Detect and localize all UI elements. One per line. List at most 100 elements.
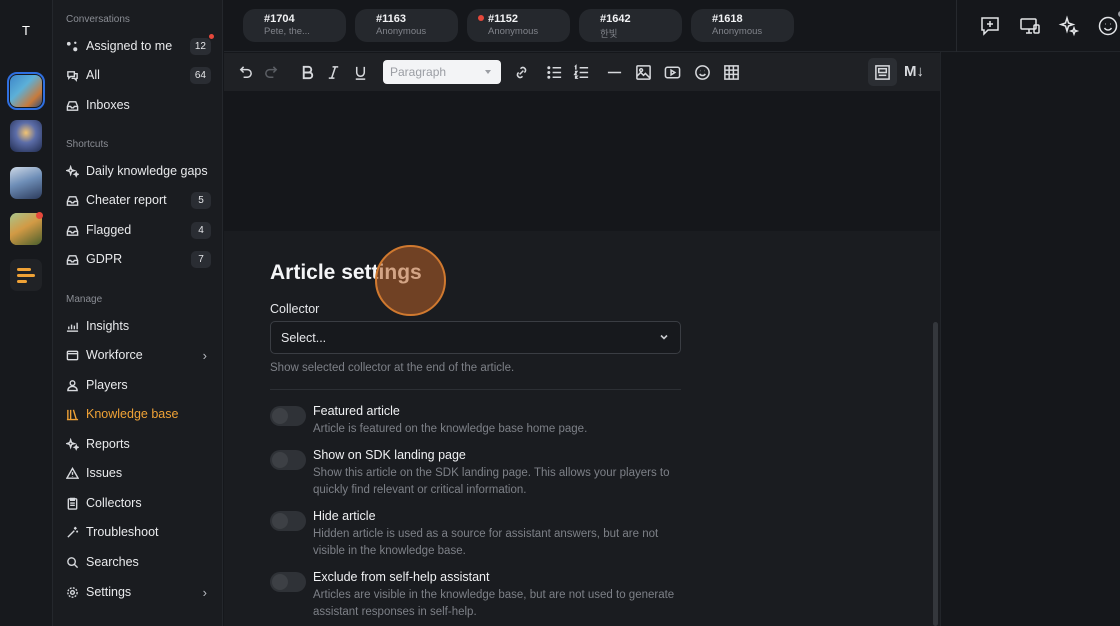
sidebar-item-label: Cheater report xyxy=(86,193,167,207)
sidebar-item-label: Knowledge base xyxy=(86,407,179,421)
assigned-icon xyxy=(66,40,79,53)
emoji-icon[interactable] xyxy=(1097,11,1120,37)
sidebar-item-settings[interactable]: Settings › xyxy=(66,580,211,604)
inbox-icon xyxy=(66,253,79,266)
table-icon[interactable] xyxy=(721,62,741,82)
search-icon xyxy=(66,556,79,569)
book-icon xyxy=(66,408,79,421)
game-app-4[interactable] xyxy=(10,212,43,245)
numbered-list-icon[interactable] xyxy=(571,62,591,82)
devices-icon[interactable] xyxy=(1019,15,1041,37)
preview-icon xyxy=(872,62,892,82)
sidebar-item-all[interactable]: All 64 xyxy=(66,63,211,87)
section-manage: Manage xyxy=(66,294,103,305)
article-editor[interactable] xyxy=(224,91,940,231)
collector-select[interactable]: Select... xyxy=(270,321,681,354)
game-app-3[interactable] xyxy=(10,167,42,199)
clipboard-icon xyxy=(66,497,79,510)
image-icon[interactable] xyxy=(633,62,653,82)
article-settings-panel: Article settings Collector Select... Sho… xyxy=(224,231,940,626)
click-indicator xyxy=(375,245,446,316)
game-app-2[interactable] xyxy=(10,120,42,152)
sparkle-icon xyxy=(66,164,79,178)
sidebar-item-label: Inboxes xyxy=(86,98,130,112)
count-badge: 5 xyxy=(191,191,211,209)
featured-article-toggle[interactable] xyxy=(270,406,306,426)
underline-icon[interactable] xyxy=(350,62,370,82)
conversation-tab[interactable]: #1704 Pete, the... xyxy=(243,9,346,42)
sidebar-item-label: Searches xyxy=(86,555,139,569)
sidebar-item-insights[interactable]: Insights xyxy=(66,314,211,338)
game-app-1[interactable] xyxy=(7,72,45,110)
scrollbar[interactable] xyxy=(933,322,938,626)
sidebar-item-label: Daily knowledge gaps xyxy=(86,164,208,178)
sidebar-item-label: Issues xyxy=(86,466,123,480)
sparkle-icon xyxy=(66,437,79,451)
sidebar-item-gdpr[interactable]: GDPR 7 xyxy=(66,247,211,271)
conversation-tab[interactable]: #1163 Anonymous xyxy=(355,9,458,42)
sidebar-item-cheater-report[interactable]: Cheater report 5 xyxy=(66,188,211,212)
sidebar: Conversations Assigned to me 12 All 64 I… xyxy=(53,0,223,626)
redo-icon[interactable] xyxy=(261,62,281,82)
sidebar-item-label: Collectors xyxy=(86,496,142,510)
paragraph-style-select[interactable]: Paragraph xyxy=(383,60,501,84)
chart-icon xyxy=(66,320,79,333)
sidebar-item-searches[interactable]: Searches xyxy=(66,550,211,574)
notification-dot xyxy=(209,33,214,39)
sidebar-item-label: Insights xyxy=(86,319,130,333)
divider xyxy=(270,389,681,390)
chat-icon xyxy=(66,69,79,82)
chevron-right-icon: › xyxy=(202,584,207,600)
hide-article-toggle[interactable] xyxy=(270,511,306,531)
warning-icon xyxy=(66,466,79,480)
sidebar-item-troubleshoot[interactable]: Troubleshoot xyxy=(66,520,211,544)
sparkle-icon[interactable] xyxy=(1058,15,1080,37)
inbox-icon xyxy=(66,194,79,207)
bold-icon[interactable] xyxy=(297,62,317,82)
workforce-icon xyxy=(66,349,79,362)
italic-icon[interactable] xyxy=(323,62,343,82)
count-badge: 7 xyxy=(191,250,211,268)
emoji-icon[interactable] xyxy=(692,62,712,82)
sidebar-item-collectors[interactable]: Collectors xyxy=(66,491,211,515)
link-icon[interactable] xyxy=(511,62,531,82)
conversation-tab[interactable]: #1618 Anonymous xyxy=(691,9,794,42)
sidebar-item-label: Players xyxy=(86,378,128,392)
unread-dot xyxy=(478,15,484,21)
sdk-landing-toggle[interactable] xyxy=(270,450,306,470)
sidebar-item-daily-knowledge-gaps[interactable]: Daily knowledge gaps xyxy=(66,159,211,183)
wand-icon xyxy=(66,526,79,539)
sidebar-item-workforce[interactable]: Workforce › xyxy=(66,343,211,367)
count-badge: 64 xyxy=(189,66,211,84)
bullet-list-icon[interactable] xyxy=(544,62,564,82)
video-icon[interactable] xyxy=(662,62,682,82)
sidebar-item-label: GDPR xyxy=(86,252,123,266)
preview-toggle[interactable] xyxy=(868,58,897,86)
new-conversation-icon[interactable] xyxy=(979,15,1001,37)
sidebar-item-reports[interactable]: Reports xyxy=(66,432,211,456)
chevron-right-icon: › xyxy=(202,347,207,363)
chevron-down-icon xyxy=(659,331,668,340)
sidebar-item-knowledge-base[interactable]: Knowledge base xyxy=(66,402,211,426)
conversation-tab[interactable]: #1642 한빛 xyxy=(579,9,682,42)
brand-logo[interactable] xyxy=(10,259,42,291)
sidebar-item-label: Reports xyxy=(86,437,130,451)
markdown-toggle[interactable]: M↓ xyxy=(904,63,924,80)
exclude-self-help-toggle[interactable] xyxy=(270,572,306,592)
undo-icon[interactable] xyxy=(235,62,255,82)
collector-help-text: Show selected collector at the end of th… xyxy=(270,362,515,374)
conversation-tabs-bar: #1704 Pete, the... #1163 Anonymous #1152… xyxy=(224,0,1120,52)
right-pane xyxy=(940,52,1120,626)
sidebar-item-assigned[interactable]: Assigned to me 12 xyxy=(66,33,214,58)
conversation-tab[interactable]: #1152 Anonymous xyxy=(467,9,570,42)
sidebar-item-issues[interactable]: Issues xyxy=(66,461,211,485)
horizontal-rule-icon[interactable] xyxy=(604,62,624,82)
user-avatar[interactable]: T xyxy=(13,17,39,43)
sidebar-item-label: Flagged xyxy=(86,223,132,237)
section-shortcuts: Shortcuts xyxy=(66,139,109,150)
notification-dot xyxy=(36,212,43,219)
sidebar-item-label: Assigned to me xyxy=(86,39,173,53)
sidebar-item-inboxes[interactable]: Inboxes xyxy=(66,93,211,117)
sidebar-item-flagged[interactable]: Flagged 4 xyxy=(66,218,211,242)
sidebar-item-players[interactable]: Players xyxy=(66,373,211,397)
